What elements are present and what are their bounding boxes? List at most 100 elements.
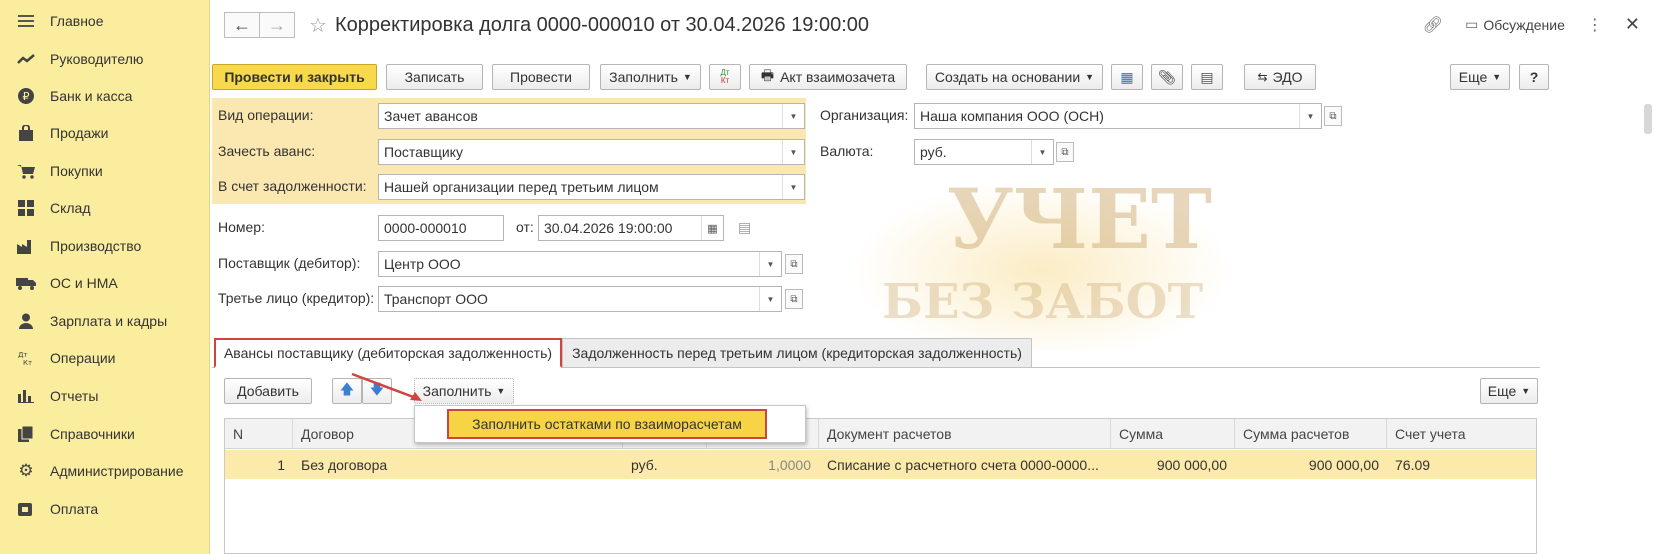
chevron-down-icon[interactable]: ▼ [782,175,804,199]
title-bar: ← → ☆ Корректировка долга 0000-000010 от… [224,9,1654,41]
sidebar-item-administration[interactable]: ⚙ Администрирование [0,453,210,489]
dt-kt-button[interactable]: Дт Кт [709,64,741,90]
chevron-down-icon[interactable]: ▼ [782,104,804,128]
edo-button[interactable]: ⇆ ЭДО [1244,64,1316,90]
sidebar-item-bank[interactable]: ₽ Банк и касса [0,78,210,114]
watermark-logo: УЧЕТ БЕЗ ЗАБОТ [852,172,1232,350]
watermark-line1: УЧЕТ [947,172,1212,268]
sidebar-item-salary[interactable]: Зарплата и кадры [0,303,210,339]
edo-label: ЭДО [1272,69,1303,85]
tab-third-party-debt[interactable]: Задолженность перед третьим лицом (креди… [562,338,1032,368]
save-button[interactable]: Записать [386,64,483,90]
chevron-down-icon: ▼ [1521,386,1531,396]
chevron-down-icon: ▼ [496,386,506,396]
operation-type-label: Вид операции: [218,107,314,123]
fill-dropdown-button[interactable]: Заполнить ▼ [600,64,701,90]
sidebar-item-label: ОС и НМА [50,275,118,291]
table-row[interactable]: 1 Без договора руб. 1,0000 Списание с ра… [225,450,1536,479]
sidebar-item-label: Операции [50,350,116,366]
warehouse-icon [16,198,36,218]
history-icon[interactable]: ▤ [738,219,751,236]
operation-type-select[interactable]: Зачет авансов ▼ [378,103,805,129]
sidebar-item-fixed-assets[interactable]: ОС и НМА [0,265,210,301]
open-currency-button[interactable]: ⧉ [1056,142,1074,162]
kebab-menu-icon[interactable]: ⋮ [1587,15,1603,35]
chevron-down-icon: ▼ [1085,72,1095,82]
sidebar-item-manager[interactable]: Руководителю [0,41,210,77]
fill-from-settlements-menu-item[interactable]: Заполнить остатками по взаиморасчетам [447,409,767,439]
number-field[interactable]: 0000-000010 [378,215,504,241]
table-more-button[interactable]: Еще ▼ [1480,378,1538,404]
sidebar-item-directories[interactable]: Справочники [0,416,210,452]
open-organization-button[interactable]: ⧉ [1324,106,1342,126]
structure-button[interactable]: ▦ [1111,64,1143,90]
sidebar-item-sales[interactable]: Продажи [0,115,210,151]
open-supplier-button[interactable]: ⧉ [785,254,803,274]
date-field[interactable]: 30.04.2026 19:00:00 ▦ [538,215,724,241]
sidebar-item-payment[interactable]: Оплата [0,491,210,527]
sidebar-item-label: Главное [50,13,104,29]
forward-button[interactable]: → [259,12,295,38]
chevron-down-icon[interactable]: ▼ [759,252,781,276]
table-fill-label: Заполнить [422,383,492,399]
sidebar-item-label: Зарплата и кадры [50,313,168,329]
sidebar-item-reports[interactable]: Отчеты [0,378,210,414]
supplier-field[interactable]: Центр ООО ▼ [378,251,782,277]
chevron-down-icon: ▼ [682,72,692,82]
column-header-amount[interactable]: Сумма [1111,419,1235,449]
cell-account: 76.09 [1395,456,1431,473]
scrollbar-thumb[interactable] [1644,104,1652,134]
link-icon[interactable]: 🔗︎ [1423,15,1443,35]
help-button[interactable]: ? [1519,64,1549,90]
chevron-down-icon: ▼ [1492,72,1502,82]
supplier-label: Поставщик (дебитор): [218,255,361,271]
sidebar-item-purchases[interactable]: Покупки [0,153,210,189]
organization-field[interactable]: Наша компания ООО (ОСН) ▼ [914,103,1322,129]
sidebar-item-label: Руководителю [50,51,144,67]
tab-advances-supplier[interactable]: Авансы поставщику (дебиторская задолженн… [214,338,562,368]
report-button[interactable]: ▤ [1191,64,1223,90]
column-header-settlement-doc[interactable]: Документ расчетов [819,419,1111,449]
add-row-button[interactable]: Добавить [224,378,312,404]
back-button[interactable]: ← [224,12,260,38]
favorite-star-icon[interactable]: ☆ [309,13,327,38]
post-and-close-button[interactable]: Провести и закрыть [212,64,377,90]
offset-act-label: Акт взаимозачета [780,69,896,85]
third-party-value: Транспорт ООО [384,291,488,307]
close-icon[interactable]: ✕ [1625,14,1640,35]
printer-icon: 🖶 [760,67,775,83]
sidebar-item-label: Администрирование [50,463,184,479]
truck-icon [16,273,36,293]
attachments-button[interactable]: 📎︎ [1151,64,1183,90]
calendar-icon[interactable]: ▦ [701,216,723,240]
debt-label: В счет задолженности: [218,178,367,194]
sidebar-item-operations[interactable]: Дт Кт Операции [0,340,210,376]
open-third-party-button[interactable]: ⧉ [785,289,803,309]
hierarchy-icon: ▦ [1120,68,1134,85]
sidebar-item-label: Покупки [50,163,103,179]
column-header-settlement-amount[interactable]: Сумма расчетов [1235,419,1387,449]
offset-act-button[interactable]: 🖶 Акт взаимозачета [749,64,907,90]
debt-select[interactable]: Нашей организации перед третьим лицом ▼ [378,174,805,200]
sidebar-item-warehouse[interactable]: Склад [0,190,210,226]
number-value: 0000-000010 [384,220,467,236]
chevron-down-icon[interactable]: ▼ [1299,104,1321,128]
sidebar-item-label: Производство [50,238,142,254]
discussion-button[interactable]: ▭ Обсуждение [1465,16,1565,33]
dt-kt-icon: Дт Кт [720,68,730,85]
sidebar-item-main[interactable]: Главное [0,3,210,39]
more-button[interactable]: Еще ▼ [1450,64,1510,90]
offset-advance-value: Поставщику [384,144,463,160]
chevron-down-icon[interactable]: ▼ [1031,140,1053,164]
column-header-n[interactable]: N [225,419,293,449]
sidebar-item-production[interactable]: Производство [0,228,210,264]
column-header-account[interactable]: Счет учета [1387,419,1538,449]
chevron-down-icon[interactable]: ▼ [782,140,804,164]
currency-field[interactable]: руб. ▼ [914,139,1054,165]
shopping-bag-icon [16,123,36,143]
post-button[interactable]: Провести [492,64,590,90]
create-based-on-button[interactable]: Создать на основании ▼ [926,64,1103,90]
offset-advance-select[interactable]: Поставщику ▼ [378,139,805,165]
chevron-down-icon[interactable]: ▼ [759,287,781,311]
third-party-field[interactable]: Транспорт ООО ▼ [378,286,782,312]
